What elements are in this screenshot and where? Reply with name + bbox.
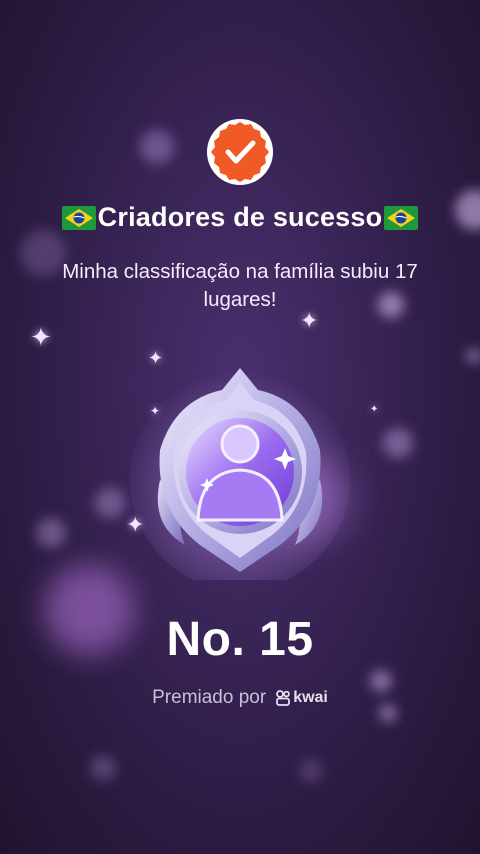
sparkle-icon: ✦ xyxy=(30,322,52,352)
title-text: Criadores de sucesso xyxy=(97,202,383,232)
kwai-brand-text: kwai xyxy=(293,689,328,706)
kwai-logo: kwai xyxy=(276,689,328,707)
bokeh-light xyxy=(300,760,322,782)
bokeh-light xyxy=(140,130,174,164)
kwai-logo-icon xyxy=(276,690,291,706)
bokeh-light xyxy=(95,488,125,518)
bokeh-light xyxy=(36,518,66,548)
rank-medal-icon xyxy=(130,368,350,580)
bokeh-light xyxy=(90,755,116,781)
bokeh-light xyxy=(466,348,480,364)
bokeh-light xyxy=(383,428,413,458)
awarded-by-label: Premiado por xyxy=(152,687,267,708)
brazil-flag-icon xyxy=(61,205,96,230)
rank-change-message: Minha classificação na família subiu 17 … xyxy=(62,260,418,311)
sparkle-icon: ✦ xyxy=(370,404,379,415)
page-title: Criadores de sucesso xyxy=(0,202,480,233)
brazil-flag-icon xyxy=(384,205,419,230)
awarded-by-row: Premiado por kwai xyxy=(0,687,480,709)
verified-check-icon xyxy=(207,119,273,185)
rank-number: No. 15 xyxy=(166,613,314,666)
